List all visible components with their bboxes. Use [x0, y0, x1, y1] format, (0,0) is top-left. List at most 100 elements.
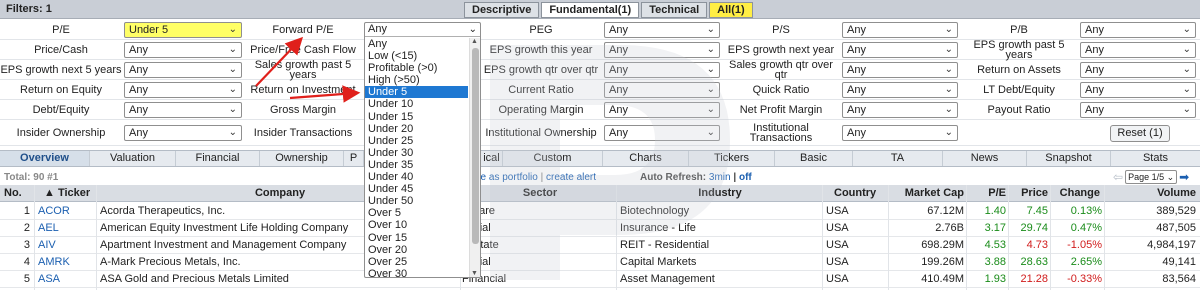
- page-select[interactable]: Page 1/5 ⌄: [1125, 170, 1178, 184]
- tab-overview[interactable]: Overview: [0, 151, 90, 166]
- col-company[interactable]: Company: [220, 185, 340, 201]
- chevron-down-icon: ⌄: [944, 44, 953, 55]
- dropdown-option[interactable]: Under 25: [365, 135, 468, 147]
- filter-select-payout-ratio[interactable]: Any ⌄: [1080, 102, 1196, 118]
- filter-select-eps-qoq[interactable]: Any ⌄: [604, 62, 720, 78]
- filter-select-pb[interactable]: Any ⌄: [1080, 22, 1196, 38]
- dropdown-option[interactable]: Over 20: [365, 244, 468, 256]
- auto-refresh-off-link[interactable]: off: [739, 172, 752, 183]
- dropdown-option[interactable]: Low (<15): [365, 50, 468, 62]
- filter-select-net-profit-margin[interactable]: Any ⌄: [842, 102, 958, 118]
- filter-select-roa[interactable]: Any ⌄: [1080, 62, 1196, 78]
- filter-label-insider-ownership: Insider Ownership: [16, 126, 106, 139]
- filter-select-eps-next-5y[interactable]: Any ⌄: [124, 62, 242, 78]
- dropdown-option[interactable]: Under 35: [365, 159, 468, 171]
- filter-select-pe[interactable]: Under 5 ⌄: [124, 22, 242, 38]
- dropdown-option[interactable]: Over 25: [365, 256, 468, 268]
- filter-select-institutional-ownership[interactable]: Any ⌄: [604, 125, 720, 141]
- dropdown-option[interactable]: Over 30: [365, 268, 468, 280]
- scroll-up-icon[interactable]: ▲: [471, 38, 478, 45]
- scrollbar-thumb[interactable]: [472, 48, 479, 244]
- table-row[interactable]: 4AMRKA-Mark Precious Metals, Inc.ancialC…: [0, 254, 1200, 271]
- dropdown-option[interactable]: Under 40: [365, 171, 468, 183]
- dropdown-option[interactable]: Over 5: [365, 207, 468, 219]
- col-no[interactable]: No.: [4, 185, 30, 201]
- col-ticker[interactable]: ▲ Ticker: [44, 185, 104, 201]
- filter-select-quick-ratio[interactable]: Any ⌄: [842, 82, 958, 98]
- dropdown-option[interactable]: Under 30: [365, 147, 468, 159]
- create-alert-link[interactable]: create alert: [546, 172, 596, 183]
- scroll-down-icon[interactable]: ▼: [471, 270, 478, 277]
- cell-price: 7.45: [1026, 205, 1048, 217]
- dropdown-option[interactable]: Profitable (>0): [365, 62, 468, 74]
- tab-descriptive[interactable]: Descriptive: [464, 2, 540, 18]
- filter-select-insider-ownership[interactable]: Any ⌄: [124, 125, 242, 141]
- filter-select-eps-past-5y[interactable]: Any ⌄: [1080, 42, 1196, 58]
- tab-ownership[interactable]: Ownership: [260, 151, 344, 166]
- tab-ta[interactable]: TA: [853, 151, 943, 166]
- dropdown-option[interactable]: Under 15: [365, 111, 468, 123]
- col-price[interactable]: Price: [1010, 185, 1048, 201]
- filter-select-peg[interactable]: Any ⌄: [604, 22, 720, 38]
- dropdown-option[interactable]: Under 5: [365, 86, 468, 99]
- dropdown-option[interactable]: Under 50: [365, 195, 468, 207]
- tab-all[interactable]: All(1): [709, 2, 753, 18]
- col-pe[interactable]: P/E: [970, 185, 1006, 201]
- tab-snapshot[interactable]: Snapshot: [1027, 151, 1111, 166]
- col-change[interactable]: Change: [1052, 185, 1100, 201]
- filter-select-institutional-transactions[interactable]: Any ⌄: [842, 125, 958, 141]
- filter-select-current-ratio[interactable]: Any ⌄: [604, 82, 720, 98]
- table-row[interactable]: 1ACORAcorda Therapeutics, Inc.lthcareBio…: [0, 203, 1200, 220]
- tab-basic[interactable]: Basic: [775, 151, 853, 166]
- tab-stats[interactable]: Stats: [1111, 151, 1200, 166]
- col-volume[interactable]: Volume: [1110, 185, 1196, 201]
- dropdown-option[interactable]: Over 15: [365, 232, 468, 244]
- dropdown-option[interactable]: Under 45: [365, 183, 468, 195]
- filter-select-sales-qoq[interactable]: Any ⌄: [842, 62, 958, 78]
- col-market-cap[interactable]: Market Cap: [894, 185, 964, 201]
- tab-news[interactable]: News: [943, 151, 1027, 166]
- tab-valuation[interactable]: Valuation: [90, 151, 176, 166]
- filter-select-eps-next-year[interactable]: Any ⌄: [842, 42, 958, 58]
- forward-pe-dropdown[interactable]: Any ⌄ Any Low (<15) Profitable (>0) High (>…: [364, 22, 481, 280]
- col-sector[interactable]: Sector: [510, 185, 570, 201]
- ticker-link[interactable]: AEL: [38, 220, 94, 236]
- tab-financial[interactable]: Financial: [176, 151, 260, 166]
- tab-custom[interactable]: Custom: [503, 151, 603, 166]
- tab-charts[interactable]: Charts: [603, 151, 689, 166]
- column-divider: [966, 185, 967, 290]
- table-row[interactable]: 3 AIV Apartment Investment and Management …: [0, 237, 1200, 254]
- table-row[interactable]: 5 ASA ASA Gold and Precious Metals Limited…: [0, 271, 1200, 288]
- dropdown-option[interactable]: Under 20: [365, 123, 468, 135]
- reset-filters-button[interactable]: Reset (1): [1110, 125, 1170, 142]
- dropdown-option[interactable]: High (>50): [365, 74, 468, 86]
- table-row[interactable]: 2 AEL American Equity Investment Life Hold…: [0, 220, 1200, 237]
- ticker-link[interactable]: AIV: [38, 237, 94, 253]
- chevron-down-icon: ⌄: [1182, 104, 1191, 115]
- filter-select-price-cash[interactable]: Any ⌄: [124, 42, 242, 58]
- ticker-link[interactable]: ACOR: [38, 203, 94, 219]
- tab-technical-view[interactable]: ical: [481, 151, 503, 166]
- tab-technical[interactable]: Technical: [641, 2, 708, 18]
- ticker-link[interactable]: AMRK: [38, 254, 94, 270]
- dropdown-option[interactable]: Over 10: [365, 219, 468, 231]
- next-page-arrow-icon[interactable]: ➡: [1179, 170, 1189, 184]
- filter-select-roe[interactable]: Any ⌄: [124, 82, 242, 98]
- filter-select-operating-margin[interactable]: Any ⌄: [604, 102, 720, 118]
- dropdown-scrollbar[interactable]: ▲ ▼: [469, 38, 480, 277]
- dropdown-option[interactable]: Under 10: [365, 98, 468, 110]
- auto-refresh-interval-link[interactable]: 3min: [709, 172, 731, 183]
- tab-fundamental[interactable]: Fundamental(1): [541, 2, 640, 18]
- filter-select-eps-this-year[interactable]: Any ⌄: [604, 42, 720, 58]
- filter-select-lt-debt-equity[interactable]: Any ⌄: [1080, 82, 1196, 98]
- col-industry[interactable]: Industry: [690, 185, 750, 201]
- prev-page-arrow-icon[interactable]: ⇦: [1113, 170, 1123, 184]
- filter-select-ps[interactable]: Any ⌄: [842, 22, 958, 38]
- tab-tickers[interactable]: Tickers: [689, 151, 775, 166]
- forward-pe-select[interactable]: Any ⌄: [365, 23, 480, 37]
- filter-select-debt-equity[interactable]: Any ⌄: [124, 102, 242, 118]
- tab-performance[interactable]: P: [344, 151, 364, 166]
- dropdown-option[interactable]: Any: [365, 38, 468, 50]
- ticker-link[interactable]: ASA: [38, 271, 94, 287]
- col-country[interactable]: Country: [834, 185, 884, 201]
